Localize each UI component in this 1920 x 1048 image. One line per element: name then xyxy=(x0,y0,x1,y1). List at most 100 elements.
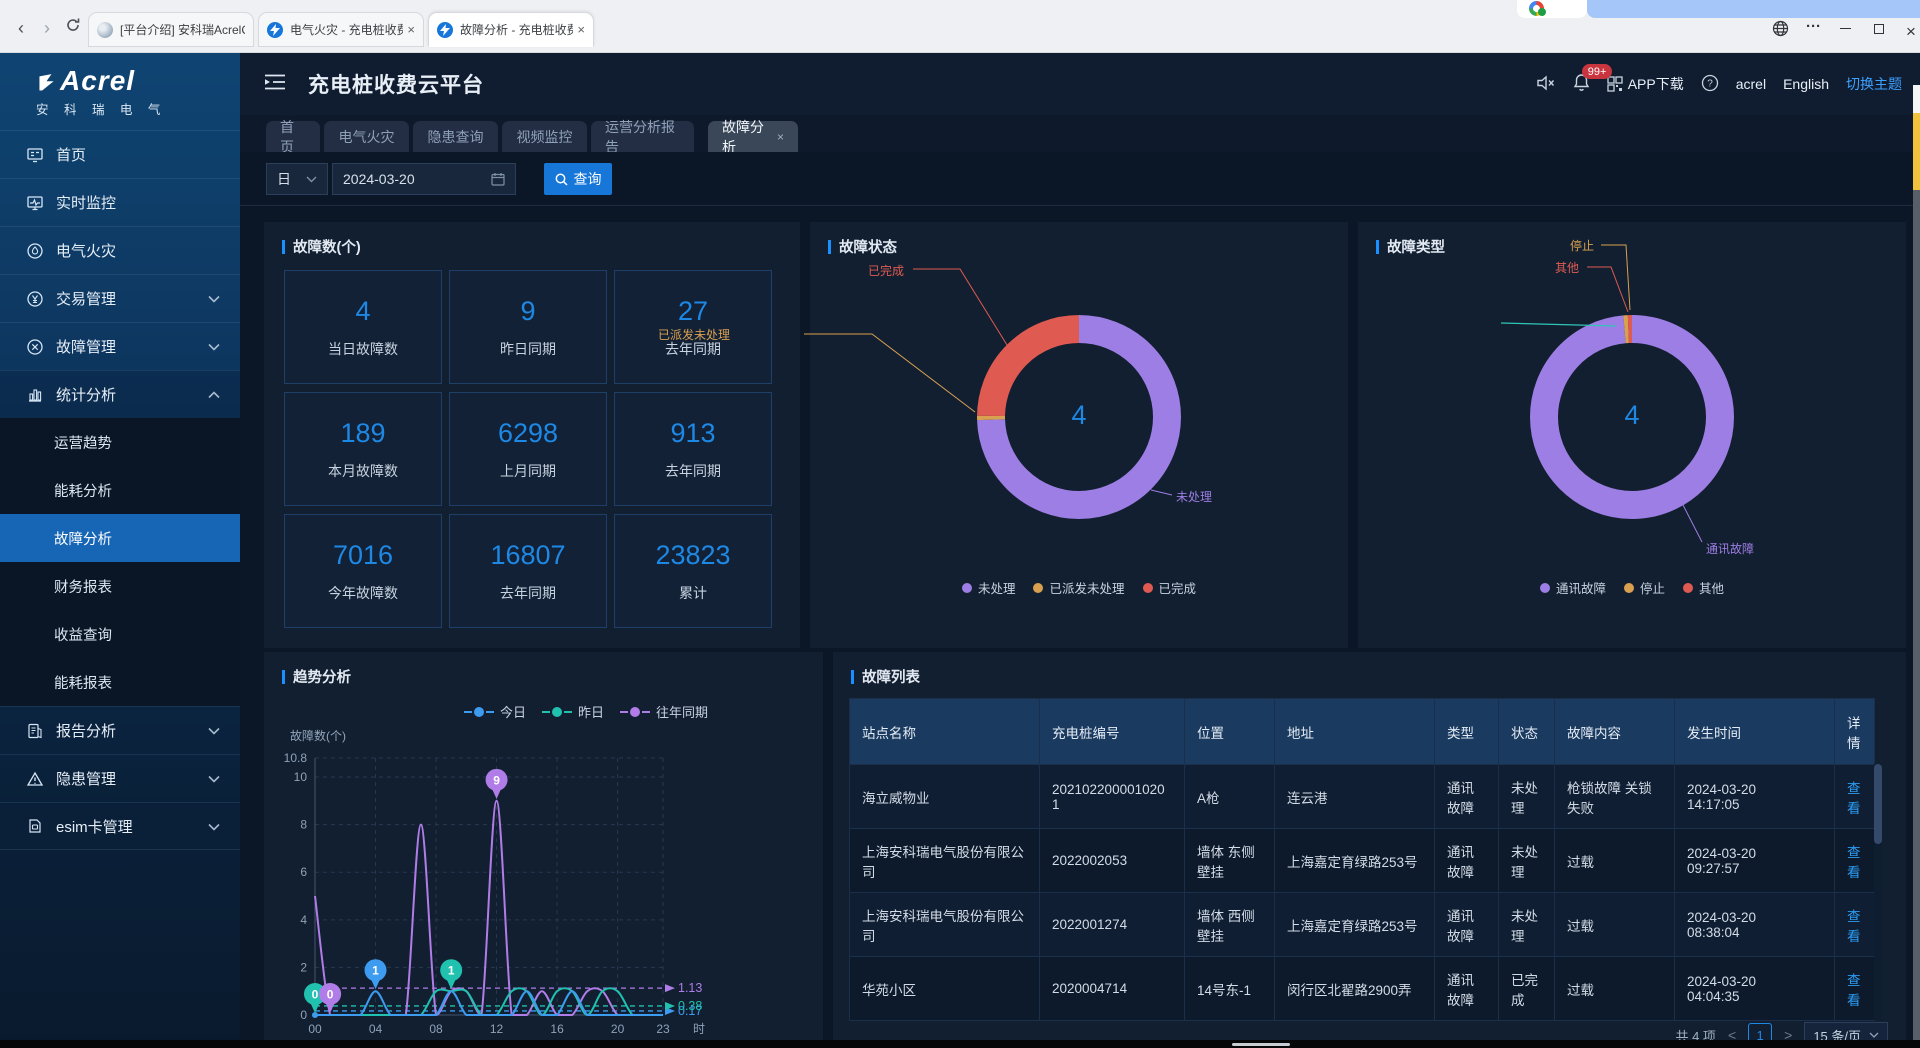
sidebar-item-realtime-monitor[interactable]: 实时监控 xyxy=(0,178,240,226)
fault-table: 站点名称充电桩编号位置地址类型状态故障内容发生时间详情 海立威物业2021022… xyxy=(849,698,1875,1021)
panel-fault-type: 故障类型 停止 其他 通讯故障 4 通讯故障 停止 其他 xyxy=(1358,222,1906,648)
username[interactable]: acrel xyxy=(1736,76,1766,92)
browser-tab-1[interactable]: [平台介绍] 安科瑞AcrelCloud-9 xyxy=(88,12,254,47)
tab-close-icon[interactable]: × xyxy=(777,130,784,144)
theme-switch-link[interactable]: 切换主题 xyxy=(1846,74,1902,94)
search-button[interactable]: 查询 xyxy=(544,163,612,195)
minimize-button[interactable] xyxy=(1840,28,1851,29)
table-scrollbar-thumb[interactable] xyxy=(1874,764,1882,844)
svg-text:4: 4 xyxy=(300,913,307,927)
table-row: 华苑小区202000471414号东-1闵行区北翟路2900弄通讯故障已完成过载… xyxy=(850,957,1875,1021)
tab-video-monitor[interactable]: 视频监控 xyxy=(502,121,587,152)
panel-title: 故障数(个) xyxy=(282,236,361,257)
chevron-down-icon xyxy=(208,818,220,835)
browser-reload-button[interactable] xyxy=(62,17,84,38)
sidebar-item-statistics[interactable]: 统计分析 xyxy=(0,370,240,418)
tab-operation-report[interactable]: 运营分析报告 xyxy=(591,121,694,152)
maximize-button[interactable] xyxy=(1874,24,1884,34)
extension-chip[interactable] xyxy=(1517,0,1587,18)
tab-close-icon[interactable]: × xyxy=(407,22,415,37)
panel-title: 故障状态 xyxy=(828,236,897,257)
legend-item[interactable]: 已完成 xyxy=(1143,578,1197,597)
page-scrollbar-thumb[interactable] xyxy=(1913,113,1920,190)
table-cell[interactable]: 查看 xyxy=(1835,765,1875,829)
logo-text: Acrel xyxy=(60,66,135,96)
svg-text:0: 0 xyxy=(300,1008,307,1022)
collapse-menu-icon[interactable] xyxy=(264,73,286,96)
stat-value: 6298 xyxy=(498,418,558,449)
period-select[interactable]: 日 xyxy=(266,163,328,195)
check-icon xyxy=(1538,8,1546,16)
mute-icon[interactable] xyxy=(1536,74,1556,95)
browser-back-button[interactable]: ‹ xyxy=(10,18,32,39)
tab-electrical-fire[interactable]: 电气火灾 xyxy=(324,121,409,152)
stat-label: 昨日同期 xyxy=(500,339,556,359)
stat-card: 16807去年同期 xyxy=(449,514,607,628)
close-window-button[interactable]: × xyxy=(1906,22,1916,42)
date-picker[interactable]: 2024-03-20 xyxy=(332,163,516,195)
browser-tab-2[interactable]: 电气火灾 - 充电桩收费云平台 × xyxy=(258,12,424,47)
fault-type-legend: 通讯故障 停止 其他 xyxy=(1358,578,1906,597)
chevron-down-icon xyxy=(1869,1032,1879,1038)
stat-card-grid: 4当日故障数9昨日同期27去年同期189本月故障数6298上月同期913去年同期… xyxy=(284,270,780,628)
sidebar-item-esim-management[interactable]: esim卡管理 xyxy=(0,802,240,850)
sidebar-item-fault-management[interactable]: 故障管理 xyxy=(0,322,240,370)
table-cell: 海立威物业 xyxy=(850,765,1040,829)
legend-item[interactable]: 其他 xyxy=(1683,578,1724,597)
table-cell: 未处理 xyxy=(1499,765,1555,829)
sidebar-item-energy-report[interactable]: 能耗报表 xyxy=(0,658,240,706)
panel-title: 故障列表 xyxy=(851,666,920,687)
page-scrollbar-track[interactable] xyxy=(1913,190,1920,1040)
main-content: 日 2024-03-20 查询 故障数(个) 4当日故障数9昨日同期27去年同期… xyxy=(240,152,1920,1048)
stat-label: 去年同期 xyxy=(500,583,556,603)
sidebar-item-energy-analysis[interactable]: 能耗分析 xyxy=(0,466,240,514)
table-cell[interactable]: 查看 xyxy=(1835,829,1875,893)
detail-link[interactable]: 查看 xyxy=(1847,845,1861,880)
stat-label: 当日故障数 xyxy=(328,339,398,359)
legend-item[interactable]: 通讯故障 xyxy=(1540,578,1606,597)
qr-code-icon xyxy=(1607,76,1623,92)
acrel-logo-mark-icon xyxy=(36,72,56,96)
sidebar-item-home[interactable]: 首页 xyxy=(0,130,240,178)
app-download-button[interactable]: APP下载 xyxy=(1607,74,1684,94)
report-icon xyxy=(26,722,44,740)
notifications-button[interactable]: 99+ xyxy=(1573,73,1590,95)
legend-item[interactable]: 停止 xyxy=(1624,578,1665,597)
sidebar-item-fault-analysis-active[interactable]: 故障分析 xyxy=(0,514,240,562)
page-scrollbar-top[interactable] xyxy=(1913,85,1920,113)
language-switch[interactable]: English xyxy=(1783,76,1829,92)
table-column-header: 类型 xyxy=(1435,699,1499,765)
browser-forward-button[interactable]: › xyxy=(36,18,58,39)
detail-link[interactable]: 查看 xyxy=(1847,973,1861,1008)
tab-close-icon[interactable]: × xyxy=(577,22,585,37)
question-circle-icon: ? xyxy=(1701,74,1719,92)
sidebar-item-transactions[interactable]: 交易管理 xyxy=(0,274,240,322)
detail-link[interactable]: 查看 xyxy=(1847,781,1861,816)
sidebar-item-financial-report[interactable]: 财务报表 xyxy=(0,562,240,610)
app-header: 充电桩收费云平台 99+ APP下载 ? acrel English 切换主题 xyxy=(240,53,1920,115)
detail-link[interactable]: 查看 xyxy=(1847,909,1861,944)
sidebar-item-revenue-query[interactable]: 收益查询 xyxy=(0,610,240,658)
svg-text:1: 1 xyxy=(372,964,379,978)
help-button[interactable]: ? xyxy=(1701,74,1719,95)
stat-card: 9昨日同期 xyxy=(449,270,607,384)
table-cell: 2024-03-2009:27:57 xyxy=(1675,829,1835,893)
tab-hazard-query[interactable]: 隐患查询 xyxy=(413,121,498,152)
sidebar-item-operation-trend[interactable]: 运营趋势 xyxy=(0,418,240,466)
sidebar-item-electrical-fire[interactable]: 电气火灾 xyxy=(0,226,240,274)
sidebar-item-label: 电气火灾 xyxy=(56,240,116,261)
tab-home[interactable]: 首页 xyxy=(266,121,320,152)
browser-tab-3-active[interactable]: 故障分析 - 充电桩收费云平台 × xyxy=(428,12,594,47)
tab-fault-analysis-active[interactable]: 故障分析× xyxy=(708,121,798,152)
svg-text:0: 0 xyxy=(327,988,334,1002)
table-cell[interactable]: 查看 xyxy=(1835,893,1875,957)
legend-item[interactable]: 未处理 xyxy=(962,578,1016,597)
sidebar-item-hazard-management[interactable]: 隐患管理 xyxy=(0,754,240,802)
sidebar-item-report-analysis[interactable]: 报告分析 xyxy=(0,706,240,754)
legend-item[interactable]: 已派发未处理 xyxy=(1033,578,1124,597)
globe-icon[interactable] xyxy=(1772,20,1789,41)
browser-menu-icon[interactable]: ··· xyxy=(1806,18,1821,35)
table-cell: 华苑小区 xyxy=(850,957,1040,1021)
table-cell[interactable]: 查看 xyxy=(1835,957,1875,1021)
taskbar-strip xyxy=(0,1040,1920,1048)
